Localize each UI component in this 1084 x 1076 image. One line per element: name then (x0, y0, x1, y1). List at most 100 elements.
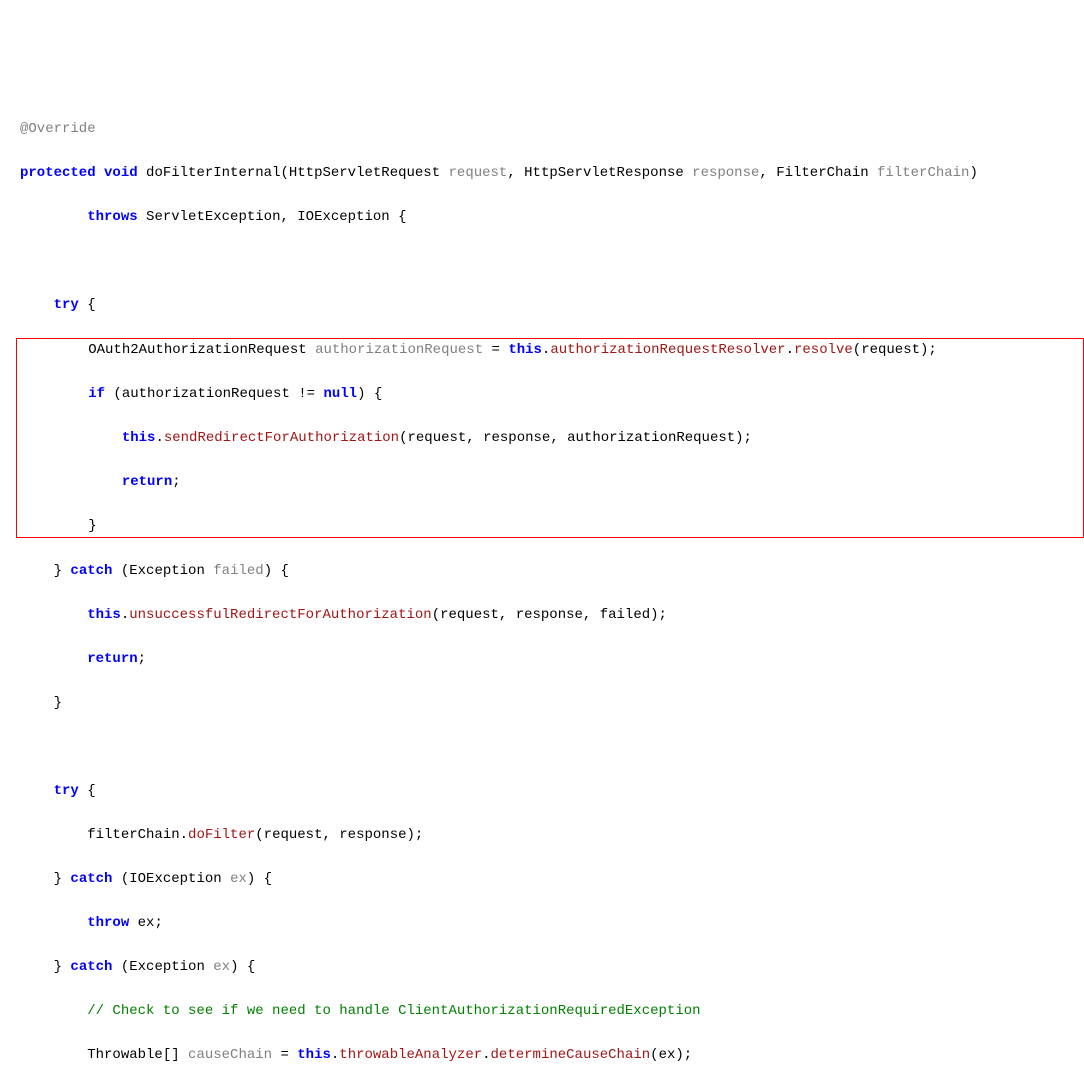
code-line: this.unsuccessfulRedirectForAuthorizatio… (20, 604, 1084, 626)
param: request (449, 165, 508, 181)
brace: } (88, 518, 96, 534)
text: ex; (129, 915, 163, 931)
code-line: throws ServletException, IOException { (20, 206, 1084, 228)
variable: authorizationRequest (315, 342, 483, 358)
keyword: this (508, 342, 542, 358)
text: (Exception (112, 959, 213, 975)
variable: causeChain (188, 1047, 272, 1063)
param: failed (213, 563, 263, 579)
keyword: throw (87, 915, 129, 931)
dot: . (482, 1047, 490, 1063)
member: authorizationRequestResolver (550, 342, 785, 358)
keyword: return (122, 474, 172, 490)
code-line: } (20, 692, 1084, 714)
member: determineCauseChain (491, 1047, 651, 1063)
annotation-override: @Override (20, 121, 96, 137)
member: unsuccessfulRedirectForAuthorization (129, 607, 431, 623)
args: (request, response, authorizationRequest… (399, 430, 752, 446)
dot: . (331, 1047, 339, 1063)
member: sendRedirectForAuthorization (164, 430, 399, 446)
keyword: catch (70, 959, 112, 975)
code-line: } (21, 515, 1079, 537)
code-line: return; (21, 471, 1079, 493)
code-line (20, 250, 1084, 272)
member: throwableAnalyzer (339, 1047, 482, 1063)
keyword: this (297, 1047, 331, 1063)
param: filterChain (877, 165, 969, 181)
args: (request); (853, 342, 937, 358)
keyword: this (122, 430, 156, 446)
param: ex (230, 871, 247, 887)
text: { (79, 297, 96, 313)
type: Throwable[] (87, 1047, 188, 1063)
keyword: catch (70, 563, 112, 579)
brace: } (54, 563, 71, 579)
code-line: @Override (20, 118, 1084, 140)
code-line: // Check to see if we need to handle Cli… (20, 1000, 1084, 1022)
member: resolve (794, 342, 853, 358)
text: (authorizationRequest != (105, 386, 323, 402)
keyword: return (87, 651, 137, 667)
type: HttpServletRequest (289, 165, 449, 181)
text: ) { (264, 563, 289, 579)
paren: ( (280, 165, 288, 181)
text: (Exception (112, 563, 213, 579)
dot: . (786, 342, 794, 358)
keyword: if (88, 386, 105, 402)
text: ) { (247, 871, 272, 887)
semi: ; (138, 651, 146, 667)
code-line: return; (20, 648, 1084, 670)
code-line: Throwable[] causeChain = this.throwableA… (20, 1044, 1084, 1066)
brace: } (54, 959, 71, 975)
code-line: try { (20, 780, 1084, 802)
comma: , (759, 165, 776, 181)
dot: . (155, 430, 163, 446)
member: doFilter (188, 827, 255, 843)
args: (ex); (650, 1047, 692, 1063)
param: response (692, 165, 759, 181)
highlight-region: OAuth2AuthorizationRequest authorization… (16, 338, 1084, 538)
text: ServletException, IOException { (138, 209, 407, 225)
code-line: } catch (Exception ex) { (20, 956, 1084, 978)
code-block: @Override protected void doFilterInterna… (0, 88, 1084, 1076)
comment: // Check to see if we need to handle Cli… (87, 1003, 700, 1019)
operator: = (483, 342, 508, 358)
code-line: try { (20, 294, 1084, 316)
code-line: this.sendRedirectForAuthorization(reques… (21, 427, 1079, 449)
type: OAuth2AuthorizationRequest (88, 342, 315, 358)
code-line: if (authorizationRequest != null) { (21, 383, 1079, 405)
args: (request, response); (255, 827, 423, 843)
args: (request, response, failed); (432, 607, 667, 623)
keyword: catch (70, 871, 112, 887)
brace: } (54, 871, 71, 887)
keyword: try (54, 783, 79, 799)
text: { (79, 783, 96, 799)
keyword: this (87, 607, 121, 623)
code-line: } catch (IOException ex) { (20, 868, 1084, 890)
text: ) { (230, 959, 255, 975)
keyword: protected (20, 165, 96, 181)
semi: ; (172, 474, 180, 490)
text: (IOException (112, 871, 230, 887)
text: filterChain. (87, 827, 188, 843)
type: HttpServletResponse (524, 165, 692, 181)
keyword: throws (87, 209, 137, 225)
keyword: null (323, 386, 357, 402)
type: FilterChain (776, 165, 877, 181)
code-line: OAuth2AuthorizationRequest authorization… (21, 339, 1079, 361)
keyword: try (54, 297, 79, 313)
method-name: doFilterInternal (146, 165, 280, 181)
dot: . (121, 607, 129, 623)
code-line: } catch (Exception failed) { (20, 560, 1084, 582)
brace: } (54, 695, 62, 711)
operator: = (272, 1047, 297, 1063)
comma: , (507, 165, 524, 181)
text: ) { (357, 386, 382, 402)
paren: ) (969, 165, 977, 181)
code-line: filterChain.doFilter(request, response); (20, 824, 1084, 846)
keyword: void (104, 165, 138, 181)
code-line: throw ex; (20, 912, 1084, 934)
param: ex (213, 959, 230, 975)
code-line (20, 736, 1084, 758)
code-line: protected void doFilterInternal(HttpServ… (20, 162, 1084, 184)
